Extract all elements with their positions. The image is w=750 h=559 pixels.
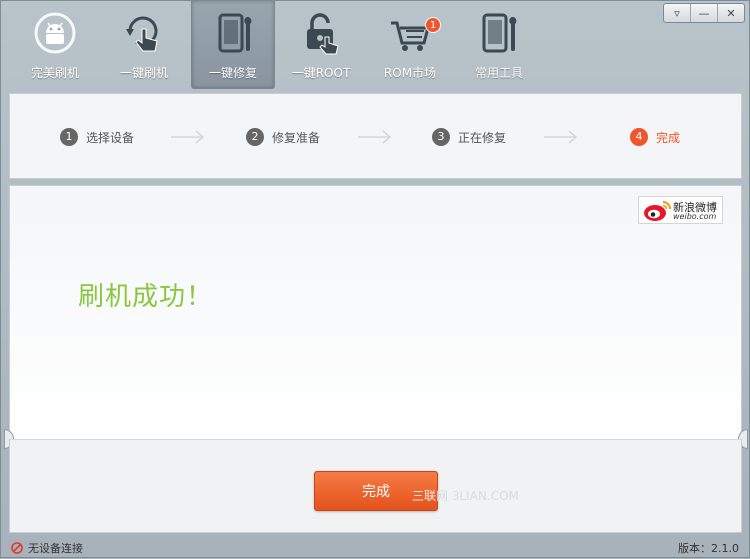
version-text: 版本：2.1.0 <box>678 542 739 555</box>
step-number: 2 <box>246 128 264 146</box>
watermark: 三联网 3LIAN.COM <box>412 487 519 504</box>
step-select-device: 1 选择设备 <box>60 128 134 146</box>
no-device-icon <box>11 542 23 554</box>
step-number: 1 <box>60 128 78 146</box>
touch-refresh-icon <box>126 16 158 52</box>
tools-icon <box>482 13 517 53</box>
main-panel: 新浪微博 weibo.com 刷机成功！ <box>9 185 742 439</box>
tool-common-tools[interactable]: 常用工具 <box>457 1 541 89</box>
tool-one-click-repair[interactable]: 一键修复 <box>191 1 275 89</box>
watermark-brand: 三联 <box>412 489 437 503</box>
tool-label: ROM市场 <box>383 66 437 80</box>
close-button[interactable]: ✕ <box>718 4 744 22</box>
connection-status: 无设备连接 <box>11 540 83 556</box>
arrow-right-icon <box>544 130 578 144</box>
weibo-share-button[interactable]: 新浪微博 weibo.com <box>638 196 723 224</box>
notification-badge: 1 <box>425 17 441 33</box>
phone-repair-icon <box>218 13 252 53</box>
tool-label: 完美刷机 <box>30 66 79 80</box>
step-label: 选择设备 <box>86 130 135 145</box>
main-toolbar: 完美刷机 一键刷机 一键修复 一键ROOT 1 ROM市场 常用工具 ▿ — ✕ <box>1 1 750 93</box>
watermark-site: 网 3LIAN.COM <box>436 489 519 503</box>
tool-label: 常用工具 <box>474 66 523 80</box>
step-label: 完成 <box>656 130 681 145</box>
step-label: 修复准备 <box>272 130 321 145</box>
cart-icon <box>391 21 430 51</box>
step-number: 3 <box>432 128 450 146</box>
minimize-button[interactable]: — <box>691 4 718 22</box>
connection-text: 无设备连接 <box>28 542 83 555</box>
step-number: 4 <box>630 128 648 146</box>
weibo-logo-icon <box>644 201 671 221</box>
step-prepare-repair: 2 修复准备 <box>246 128 320 146</box>
tool-label: 一键修复 <box>208 66 257 80</box>
success-message: 刷机成功！ <box>78 282 214 312</box>
menu-button[interactable]: ▿ <box>664 4 691 22</box>
unlock-icon <box>307 13 339 55</box>
tool-perfect-flash[interactable]: 完美刷机 <box>13 1 97 89</box>
status-bar: 无设备连接 版本：2.1.0 <box>1 535 750 559</box>
action-panel: 完成 三联网 3LIAN.COM <box>9 439 742 533</box>
window-controls: ▿ — ✕ <box>663 3 745 23</box>
arrow-right-icon <box>171 130 205 144</box>
weibo-domain: weibo.com <box>673 212 717 221</box>
app-window: 完美刷机 一键刷机 一键修复 一键ROOT 1 ROM市场 常用工具 ▿ — ✕… <box>0 0 750 558</box>
arrow-right-icon <box>358 130 392 144</box>
tool-label: 一键刷机 <box>119 66 168 80</box>
tool-rom-market[interactable]: 1 ROM市场 <box>368 1 452 89</box>
tool-one-click-root[interactable]: 一键ROOT <box>279 1 363 89</box>
step-repairing: 3 正在修复 <box>432 128 506 146</box>
progress-steps: 1 选择设备 2 修复准备 3 正在修复 4 完成 <box>9 93 742 179</box>
tool-one-click-flash[interactable]: 一键刷机 <box>102 1 186 89</box>
step-complete: 4 完成 <box>630 128 680 146</box>
step-label: 正在修复 <box>458 130 507 145</box>
android-icon <box>34 12 76 54</box>
tool-label: 一键ROOT <box>291 66 351 80</box>
